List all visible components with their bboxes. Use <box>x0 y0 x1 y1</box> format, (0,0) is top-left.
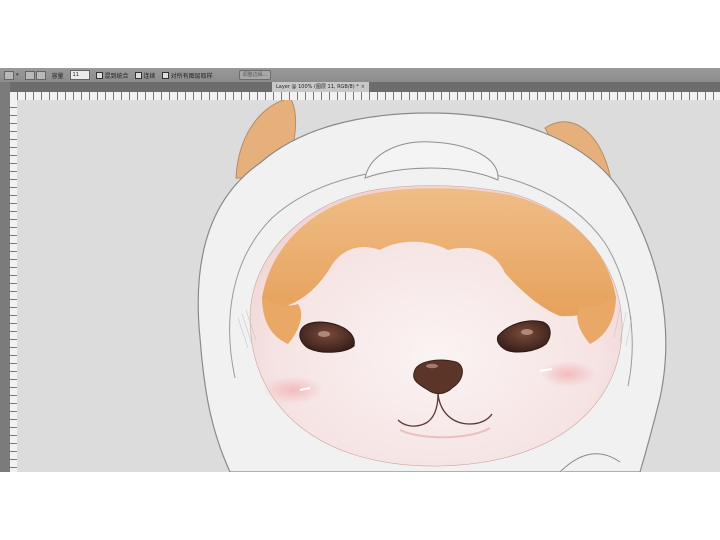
monitor-screen: ▾ 容量 11 混到统合 连续 对所有图层取样 调整边缘... Layer @ … <box>0 68 720 472</box>
chevron-down-icon: ▾ <box>16 72 19 78</box>
checkbox-box <box>161 71 169 79</box>
artwork <box>197 100 667 472</box>
tolerance-label: 容量 <box>51 72 64 80</box>
sample-all-layers-label: 对所有图层取样 <box>170 72 213 80</box>
new-selection-icon[interactable] <box>24 70 35 80</box>
magic-wand-icon <box>4 70 14 80</box>
anti-alias-checkbox[interactable]: 混到统合 <box>95 71 129 80</box>
tool-options-bar: ▾ 容量 11 混到统合 连续 对所有图层取样 调整边缘... <box>0 68 720 82</box>
selection-mode-buttons[interactable] <box>24 70 46 80</box>
close-icon[interactable]: × <box>361 82 365 92</box>
checkbox-box <box>134 71 142 79</box>
document-tab-label: Layer @ 100% (图层 11, RGB/8) * <box>276 84 359 90</box>
document-canvas[interactable] <box>17 100 720 472</box>
contiguous-checkbox[interactable]: 连续 <box>134 71 156 80</box>
add-selection-icon[interactable] <box>35 70 46 80</box>
checkbox-box <box>95 71 103 79</box>
tool-preset-picker[interactable]: ▾ <box>4 70 19 80</box>
anti-alias-label: 混到统合 <box>104 72 129 80</box>
tolerance-input[interactable]: 11 <box>69 70 90 80</box>
contiguous-label: 连续 <box>143 72 156 80</box>
document-tab-bar: Layer @ 100% (图层 11, RGB/8) * × <box>10 82 720 92</box>
document-tab[interactable]: Layer @ 100% (图层 11, RGB/8) * × <box>272 82 369 92</box>
sample-all-layers-checkbox[interactable]: 对所有图层取样 <box>161 71 213 80</box>
refine-edge-button[interactable]: 调整边缘... <box>238 70 272 80</box>
tools-panel[interactable] <box>0 82 10 472</box>
